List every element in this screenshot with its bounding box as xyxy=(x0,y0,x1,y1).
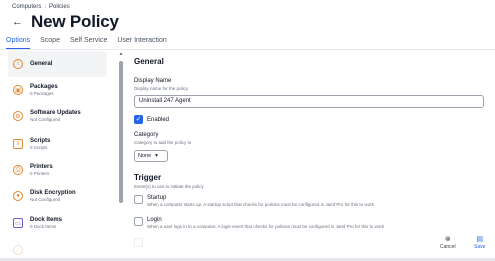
startup-desc: When a computer starts up. A startup scr… xyxy=(147,202,374,207)
section-title-trigger: Trigger xyxy=(134,173,162,182)
sidebar-item-disk-encryption[interactable]: ● Disk Encryption Not Configured xyxy=(8,183,107,209)
item-icon xyxy=(13,245,23,255)
chevron-down-icon: ▾ xyxy=(155,153,158,159)
breadcrumb: Computers: Policies xyxy=(12,4,70,10)
options-sidebar: i General ▣ Packages 0 Packages ⚙ Softwar… xyxy=(0,51,127,257)
sidebar-item-label: Packages xyxy=(30,84,58,90)
display-name-help: Display name for the policy xyxy=(134,86,189,91)
sidebar-item-printers[interactable]: ⎙ Printers 0 Printers xyxy=(8,157,107,183)
sidebar-item-sub: Not Configured xyxy=(30,197,61,202)
sidebar-item-packages[interactable]: ▣ Packages 0 Packages xyxy=(8,77,107,103)
gear-icon: ⚙ xyxy=(13,111,23,121)
sidebar-item-sub: 0 Scripts xyxy=(30,145,48,150)
sidebar-item-sub: 0 Dock Items xyxy=(30,224,57,229)
save-button[interactable]: ▤ Save xyxy=(474,236,485,250)
tab-bar: Options Scope Self Service User Interact… xyxy=(0,36,495,50)
sidebar-item-sub: 0 Printers xyxy=(30,171,50,176)
cancel-label: Cancel xyxy=(440,244,456,250)
trigger-help: Event(s) to use to initiate the policy xyxy=(134,184,204,189)
enabled-row: ✓ Enabled xyxy=(134,115,169,124)
sidebar-item-sub: 0 Packages xyxy=(30,91,54,96)
enabled-label: Enabled xyxy=(147,116,170,123)
sidebar-item-dock-items[interactable]: ▭ Dock Items 0 Dock Items xyxy=(8,210,107,236)
package-icon: ▣ xyxy=(13,85,23,95)
sidebar-item-label: Disk Encryption xyxy=(30,190,76,196)
printer-icon: ⎙ xyxy=(13,165,23,175)
cancel-icon: ⊗ xyxy=(444,236,451,243)
save-label: Save xyxy=(474,244,486,250)
page-title: New Policy xyxy=(31,12,119,31)
info-icon: i xyxy=(13,59,23,69)
arrow-left-icon[interactable]: ← xyxy=(12,16,23,28)
login-checkbox[interactable] xyxy=(134,217,143,226)
startup-label: Startup xyxy=(147,195,167,201)
sidebar-item-label: General xyxy=(30,61,53,67)
section-title-general: General xyxy=(134,57,164,66)
enabled-checkbox[interactable]: ✓ xyxy=(134,115,143,124)
tab-self-service[interactable]: Self Service xyxy=(70,36,107,49)
tab-options[interactable]: Options xyxy=(6,36,31,49)
category-value: None xyxy=(138,153,152,159)
title-row: ← New Policy xyxy=(12,12,119,32)
trigger-startup: Startup When a computer starts up. A sta… xyxy=(134,195,374,207)
scroll-up-icon[interactable]: ▲ xyxy=(118,51,124,57)
sidebar-item-scripts[interactable]: ≡ Scripts 0 Scripts xyxy=(8,131,107,157)
cancel-button[interactable]: ⊗ Cancel xyxy=(440,236,456,250)
display-name-input[interactable]: Uninstall 247 Agent xyxy=(134,95,484,108)
sidebar-item-software-updates[interactable]: ⚙ Software Updates Not Configured xyxy=(8,103,107,129)
breadcrumb-current: Policies xyxy=(49,4,70,10)
general-panel: General Display Name Display name for th… xyxy=(134,51,490,247)
dock-icon: ▭ xyxy=(13,218,23,228)
trigger-login: Login When a user logs in to a computer.… xyxy=(134,217,384,229)
trigger-partial xyxy=(134,238,143,247)
sidebar-scrollbar[interactable]: ▲ xyxy=(118,51,124,257)
sidebar-item-label: Printers xyxy=(30,164,53,170)
category-label: Category xyxy=(134,132,159,138)
partial-checkbox xyxy=(134,238,143,247)
login-desc: When a user logs in to a computer. A log… xyxy=(147,224,385,229)
tab-user-interaction[interactable]: User Interaction xyxy=(117,36,166,49)
breadcrumb-separator: : xyxy=(44,4,47,10)
category-help: Category to add the policy to xyxy=(134,140,192,145)
breadcrumb-root[interactable]: Computers xyxy=(12,4,41,10)
sidebar-item-label: Dock Items xyxy=(30,217,63,223)
sidebar-item-sub: Not Configured xyxy=(30,117,61,122)
startup-checkbox[interactable] xyxy=(134,195,143,204)
scrollbar-thumb[interactable] xyxy=(119,61,123,203)
script-icon: ≡ xyxy=(13,139,23,149)
category-select[interactable]: None ▾ xyxy=(134,150,168,162)
lock-icon: ● xyxy=(13,191,23,201)
save-icon: ▤ xyxy=(476,236,484,243)
sidebar-item-partial xyxy=(8,237,107,257)
sidebar-item-general[interactable]: i General xyxy=(8,51,107,77)
sidebar-item-label: Software Updates xyxy=(30,110,81,116)
login-label: Login xyxy=(147,217,162,223)
tab-scope[interactable]: Scope xyxy=(40,36,60,49)
display-name-label: Display Name xyxy=(134,78,172,84)
sidebar-item-label: Scripts xyxy=(30,138,51,144)
